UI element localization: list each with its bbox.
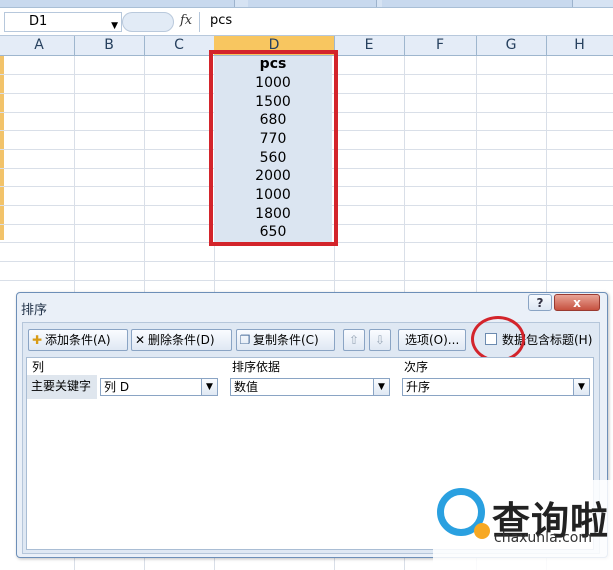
options-label: 选项(O)... [405,333,460,347]
add-condition-button[interactable]: ✚ 添加条件(A) [28,329,128,351]
column-select[interactable]: 列 D ▼ [100,378,218,396]
delete-condition-button[interactable]: ✕ 删除条件(D) [131,329,232,351]
arrow-down-icon: ⇩ [374,333,386,347]
name-box-value: D1 [29,14,48,29]
logo-dot-icon [474,523,490,539]
grid-line [0,261,613,262]
column-header-h[interactable]: H [546,36,613,55]
annotation-highlight-circle [471,316,525,362]
grid-line [0,280,613,281]
order-select[interactable]: 升序 ▼ [402,378,590,396]
options-button[interactable]: 选项(O)... [398,329,466,351]
move-down-button[interactable]: ⇩ [369,329,391,351]
add-condition-label: 添加条件(A) [45,333,111,347]
primary-key-label: 主要关键字 [27,375,97,399]
formula-input[interactable]: pcs [210,13,232,28]
chevron-down-icon[interactable]: ▼ [201,379,217,395]
help-button[interactable]: ? [528,294,552,311]
copy-icon: ❐ [239,333,251,347]
column-header-a[interactable]: A [4,36,75,55]
chevron-down-icon[interactable]: ▼ [573,379,589,395]
column-header-f[interactable]: F [404,36,477,55]
delete-condition-label: 删除条件(D) [148,333,215,347]
column-header-e[interactable]: E [334,36,405,55]
header-order: 次序 [404,360,429,374]
insert-function-icon[interactable]: fx [180,13,192,28]
row-selection-indicator [0,56,4,240]
column-header-c[interactable]: C [144,36,215,55]
dialog-title: 排序 [21,303,48,318]
delete-icon: ✕ [134,333,146,347]
move-up-button[interactable]: ⇧ [343,329,365,351]
header-column: 列 [32,360,45,374]
header-sort-on: 排序依据 [232,360,281,374]
chevron-down-icon[interactable]: ▼ [111,17,118,35]
column-header-b[interactable]: B [74,36,145,55]
name-box[interactable]: D1 ▼ [4,12,122,32]
watermark-url: chaxunla.com [494,530,592,546]
ribbon-strip [0,0,613,8]
add-icon: ✚ [31,333,43,347]
chevron-down-icon[interactable]: ▼ [373,379,389,395]
formula-bar-separator [199,12,200,32]
sort-on-select-value: 数值 [234,380,259,394]
column-header-g[interactable]: G [476,36,547,55]
copy-condition-label: 复制条件(C) [253,333,319,347]
annotation-highlight-box [209,50,338,246]
arrow-up-icon: ⇧ [348,333,360,347]
copy-condition-button[interactable]: ❐ 复制条件(C) [236,329,335,351]
order-select-value: 升序 [406,380,431,394]
close-button[interactable]: x [554,294,600,311]
sort-on-select[interactable]: 数值 ▼ [230,378,390,396]
column-select-value: 列 D [104,380,130,394]
formula-bar-divider-handle[interactable] [122,12,174,32]
